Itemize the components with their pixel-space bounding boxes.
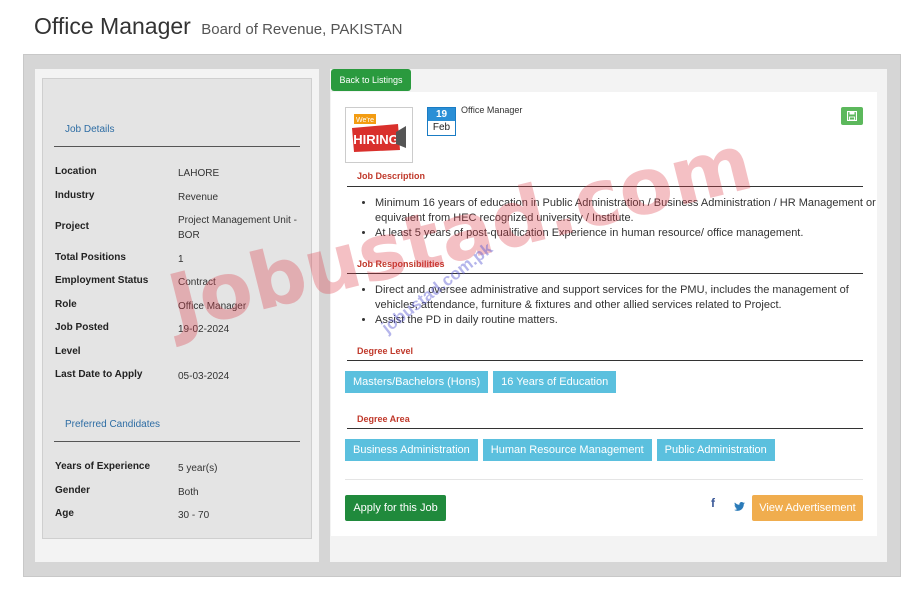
date-month: Feb bbox=[432, 122, 451, 133]
detail-value: Office Manager bbox=[178, 301, 247, 312]
detail-label: Gender bbox=[55, 485, 91, 496]
back-to-listings-button[interactable]: Back to Listings bbox=[331, 69, 411, 91]
job-details-heading: Job Details bbox=[65, 124, 115, 135]
divider bbox=[345, 479, 863, 480]
job-responsibilities-list: Direct and oversee administrative and su… bbox=[357, 283, 879, 328]
save-button[interactable] bbox=[841, 107, 863, 125]
divider bbox=[54, 441, 300, 442]
divider bbox=[347, 186, 863, 187]
degree-level-tag: Masters/Bachelors (Hons) bbox=[345, 371, 489, 393]
degree-level-tag: 16 Years of Education bbox=[493, 371, 617, 393]
apply-button[interactable]: Apply for this Job bbox=[345, 495, 446, 521]
detail-value: 5 year(s) bbox=[178, 463, 218, 474]
job-description-heading: Job Description bbox=[357, 171, 426, 181]
divider bbox=[347, 428, 863, 429]
detail-value: Contract bbox=[178, 277, 216, 288]
job-description-list: Minimum 16 years of education in Public … bbox=[357, 196, 879, 241]
logo-text-line1: We're bbox=[356, 117, 374, 124]
detail-label: Project bbox=[55, 221, 89, 232]
organization-name: Board of Revenue, PAKISTAN bbox=[201, 21, 403, 38]
detail-label: Location bbox=[55, 166, 97, 177]
date-day: 19 bbox=[428, 108, 455, 121]
list-item: Direct and oversee administrative and su… bbox=[375, 283, 879, 313]
detail-value: 05-03-2024 bbox=[178, 371, 230, 382]
twitter-bird-glyph bbox=[734, 502, 745, 511]
degree-area-tags: Business Administration Human Resource M… bbox=[345, 439, 775, 461]
degree-area-tag: Business Administration bbox=[345, 439, 478, 461]
detail-value: 30 - 70 bbox=[178, 510, 210, 521]
job-title-small: Office Manager bbox=[461, 105, 523, 115]
megaphone-icon: We're HIRING bbox=[352, 114, 406, 152]
detail-label: Job Posted bbox=[55, 322, 109, 333]
detail-value: 1 bbox=[178, 254, 184, 265]
sidebar-column: Job Details Location LAHORE Industry Rev… bbox=[35, 69, 319, 562]
degree-level-heading: Degree Level bbox=[357, 346, 414, 356]
detail-label: Employment Status bbox=[55, 275, 149, 286]
divider bbox=[347, 273, 863, 274]
job-container: Job Details Location LAHORE Industry Rev… bbox=[23, 54, 901, 577]
facebook-icon[interactable]: f bbox=[711, 496, 715, 510]
detail-value: Both bbox=[178, 487, 199, 498]
list-item: Assist the PD in daily routine matters. bbox=[375, 313, 879, 328]
detail-label: Role bbox=[55, 299, 77, 310]
save-icon bbox=[847, 111, 857, 121]
list-item: Minimum 16 years of education in Public … bbox=[375, 196, 879, 226]
detail-value: Project Management Unit - BOR bbox=[178, 215, 297, 241]
degree-area-tag: Human Resource Management bbox=[482, 439, 652, 461]
preferred-candidates-heading: Preferred Candidates bbox=[65, 419, 161, 430]
job-title: Office Manager bbox=[34, 13, 191, 39]
detail-value: LAHORE bbox=[178, 168, 220, 179]
divider bbox=[54, 146, 300, 147]
job-responsibilities-heading: Job Responsibilities bbox=[357, 259, 445, 269]
degree-area-heading: Degree Area bbox=[357, 414, 410, 424]
view-advertisement-button[interactable]: View Advertisement bbox=[752, 495, 863, 521]
degree-level-tags: Masters/Bachelors (Hons) 16 Years of Edu… bbox=[345, 371, 617, 393]
job-details-panel: Job Details Location LAHORE Industry Rev… bbox=[42, 78, 312, 539]
detail-value: Revenue bbox=[178, 192, 219, 203]
detail-value: 19-02-2024 bbox=[178, 324, 230, 335]
hiring-logo: We're HIRING bbox=[345, 107, 413, 163]
detail-label: Years of Experience bbox=[55, 461, 151, 472]
detail-label: Total Positions bbox=[55, 252, 126, 263]
detail-label: Last Date to Apply bbox=[55, 369, 143, 380]
detail-label: Industry bbox=[55, 190, 95, 201]
posted-date-badge: 19 Feb bbox=[427, 107, 456, 136]
page-title: Office Manager Board of Revenue, PAKISTA… bbox=[34, 13, 402, 40]
job-card: We're HIRING 19 Feb Office Manager Job D… bbox=[331, 92, 877, 536]
divider bbox=[347, 360, 863, 361]
logo-text-line2: HIRING bbox=[353, 132, 399, 147]
list-item: At least 5 years of post-qualification E… bbox=[375, 226, 879, 241]
twitter-icon[interactable] bbox=[734, 498, 745, 516]
detail-label: Age bbox=[55, 508, 74, 519]
detail-label: Level bbox=[55, 346, 81, 357]
degree-area-tag: Public Administration bbox=[656, 439, 775, 461]
